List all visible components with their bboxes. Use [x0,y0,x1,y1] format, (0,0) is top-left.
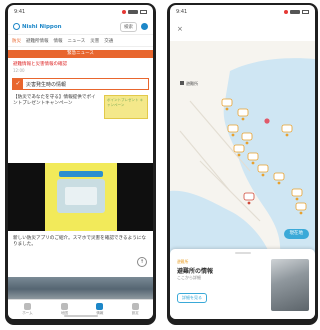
shelter-photo [271,259,309,311]
alert-meta: 12:00 [13,68,25,73]
settings-icon[interactable] [141,23,148,30]
status-bar: 9:41 [8,5,153,19]
battery-icon [302,10,309,14]
news-photo[interactable] [8,277,153,301]
status-time: 9:41 [176,9,188,15]
settings-icon [131,303,139,310]
map-pin[interactable] [243,192,255,205]
section-title: 災害発生時の情報 [26,81,67,88]
status-time: 9:41 [14,9,26,15]
brand-name: Nishi Nippon [22,23,62,30]
map-view[interactable]: 避難所 [170,41,315,255]
nav-label: ホーム [22,311,33,315]
category-tab[interactable]: 避難所情報 [26,38,49,44]
notification-icon [122,10,126,14]
notification-icon [284,10,288,14]
location-marker[interactable] [264,118,270,124]
map-canvas [170,58,315,255]
current-location-button[interactable]: 現在地 [283,229,309,239]
nav-settings[interactable]: 設定 [131,303,139,316]
category-tab[interactable]: ニュース [68,38,86,44]
sheet-subtitle: ここから詳細 [177,275,201,280]
logo-icon [13,23,20,30]
sheet-title: 避難所の情報 [177,268,214,275]
urgent-banner[interactable]: 緊急ニュース [8,50,153,58]
category-tab[interactable]: 防災 [12,38,21,44]
close-icon[interactable]: × [177,25,183,33]
poster-card [56,179,105,213]
home-indicator [63,315,98,317]
status-icons [284,10,309,14]
app-logo[interactable]: Nishi Nippon [13,23,62,30]
left-screen: 9:41 Nishi Nippon 検索 防災 避難所情報 情報 ニュース 災害… [8,5,153,319]
section-header[interactable]: ✓ 災害発生時の情報 [12,78,149,90]
map-label-text: 避難所 [186,81,198,86]
map-legend: 避難所 [180,81,198,87]
detail-button[interactable]: 詳細を見る [177,293,207,303]
category-bar: 防災 避難所情報 情報 ニュース 災害 交通 [8,35,153,47]
water-area [170,190,270,255]
left-phone: 9:41 Nishi Nippon 検索 防災 避難所情報 情報 ニュース 災害… [5,3,156,325]
article-title: 【防災であなたを守る】情報提供でポイントプレゼントキャンペーン [13,95,96,106]
signal-icon [128,10,138,14]
info-icon [96,303,104,310]
home-icon [23,303,31,310]
nav-label: 設定 [131,311,139,315]
battery-icon [140,10,147,14]
bottom-sheet[interactable]: 避難所 避難所の情報 ここから詳細 詳細を見る [170,249,315,319]
category-tab[interactable]: 災害 [90,38,99,44]
video-player[interactable] [8,163,153,231]
search-button[interactable]: 検索 [120,21,137,32]
app-bar: Nishi Nippon 検索 [8,19,153,35]
article-card[interactable]: 【防災であなたを守る】情報提供でポイントプレゼントキャンペーン ポイントプレゼン… [13,95,148,119]
poster-banner [58,171,103,177]
article-thumbnail: ポイントプレゼント キャンペーン [104,95,148,119]
nav-info[interactable]: 情報 [96,303,104,316]
alert-link[interactable]: 避難情報と災害情報の確認 [13,61,148,67]
sheet-category: 避難所 [177,259,189,264]
signal-icon [290,10,300,14]
category-tab[interactable]: 情報 [54,38,63,44]
map-icon [60,303,68,310]
check-icon: ✓ [13,79,23,89]
category-tab[interactable]: 交通 [104,38,113,44]
sheet-handle[interactable] [234,252,251,254]
status-bar: 9:41 [170,5,315,19]
scroll-up-icon[interactable]: ↑ [137,257,147,267]
video-poster [44,163,117,231]
nav-home[interactable]: ホーム [22,303,33,316]
legend-icon [180,81,184,85]
video-caption: 新しい防災アプリのご紹介。スマホで災害を確認できるようになりました。 [13,236,146,247]
right-phone: 9:41 × 避難所 現在地 避難所 避難所の情報 ここから詳細 詳細を見る [167,3,318,325]
status-icons [122,10,147,14]
right-screen: 9:41 × 避難所 現在地 避難所 避難所の情報 ここから詳細 詳細を見る [170,5,315,319]
